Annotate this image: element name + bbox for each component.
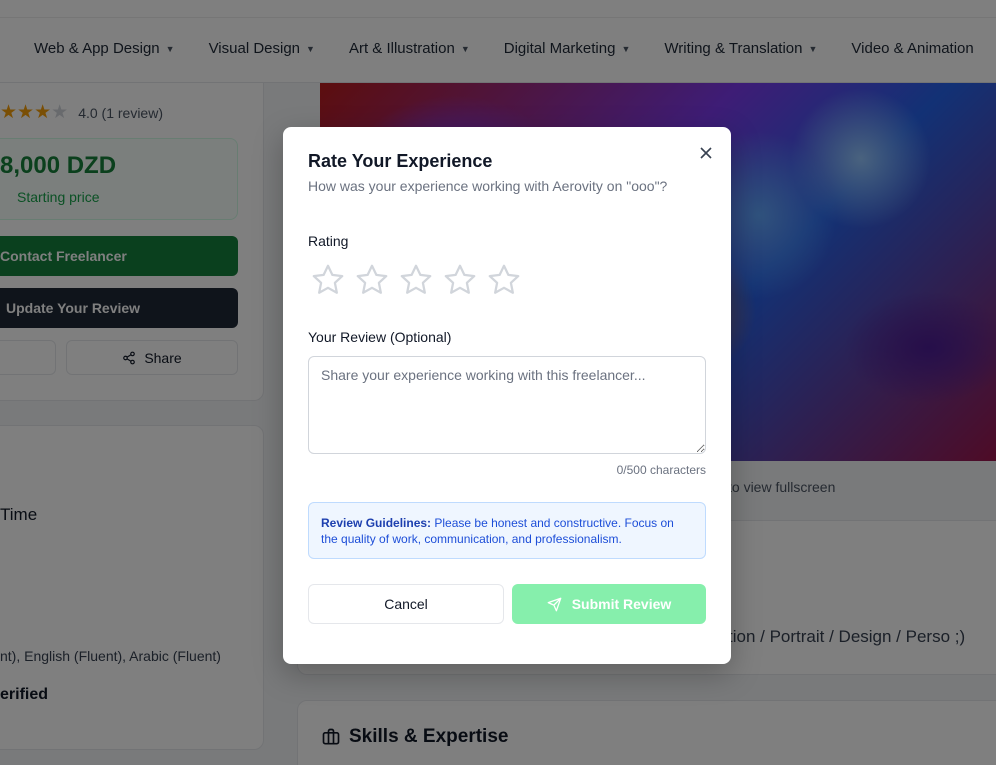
- star-1-icon[interactable]: [310, 262, 346, 298]
- review-label: Your Review (Optional): [308, 329, 452, 345]
- star-5-icon[interactable]: [486, 262, 522, 298]
- close-icon: [700, 147, 712, 159]
- star-2-icon[interactable]: [354, 262, 390, 298]
- star-3-icon[interactable]: [398, 262, 434, 298]
- review-guidelines: Review Guidelines: Please be honest and …: [308, 502, 706, 559]
- submit-review-button[interactable]: Submit Review: [512, 584, 706, 624]
- submit-review-label: Submit Review: [571, 596, 672, 612]
- review-textarea[interactable]: [308, 356, 706, 454]
- send-icon: [547, 597, 562, 611]
- rating-label: Rating: [308, 233, 349, 249]
- dialog-subtitle: How was your experience working with Aer…: [308, 178, 668, 194]
- guidelines-title: Review Guidelines:: [321, 516, 432, 530]
- rate-experience-dialog: Rate Your Experience How was your experi…: [283, 127, 731, 664]
- cancel-button[interactable]: Cancel: [308, 584, 504, 624]
- close-button[interactable]: [695, 142, 717, 164]
- star-4-icon[interactable]: [442, 262, 478, 298]
- character-count: 0/500 characters: [616, 463, 706, 477]
- dialog-title: Rate Your Experience: [308, 151, 493, 171]
- star-rating-input: [310, 262, 530, 298]
